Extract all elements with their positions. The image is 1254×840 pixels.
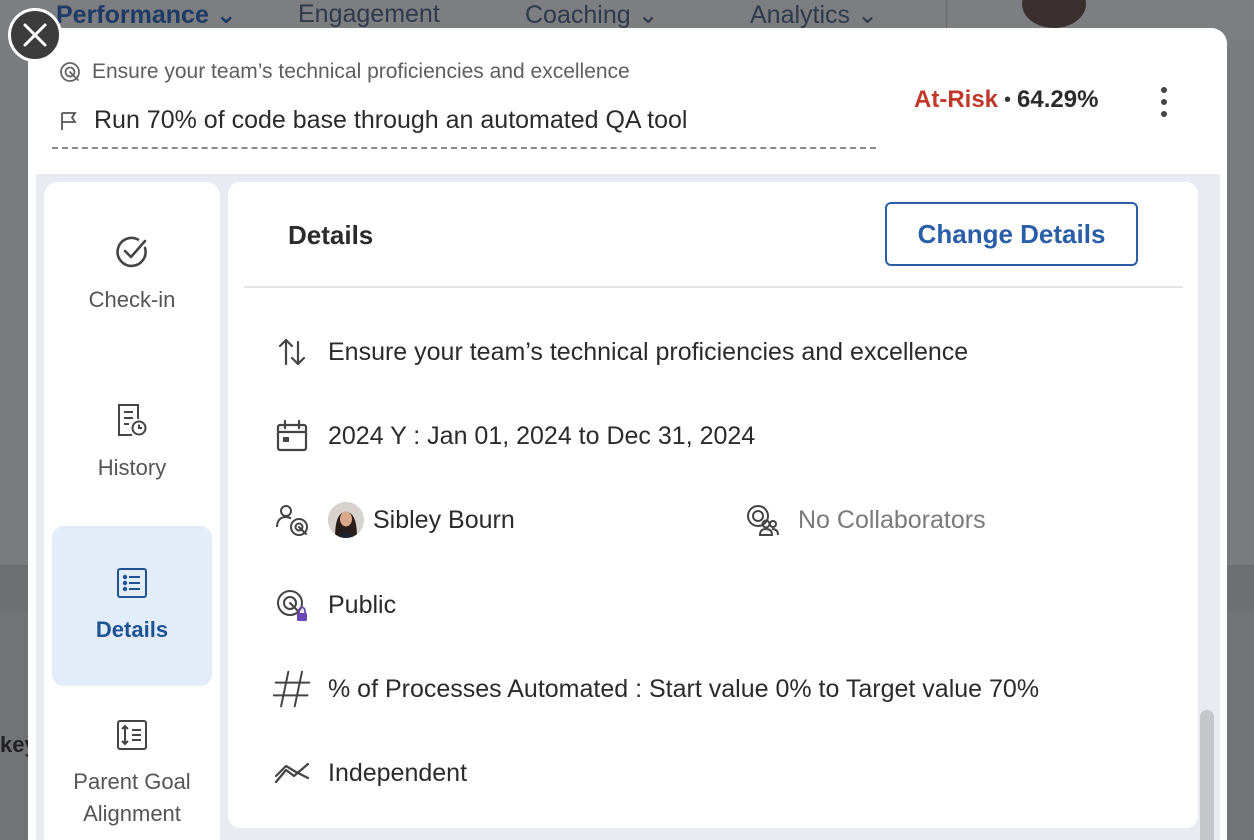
alignment-arrows-icon — [272, 332, 312, 372]
bg-user-avatar — [1022, 0, 1086, 28]
detail-row-period: 2024 Y : Jan 01, 2024 to Dec 31, 2024 — [272, 416, 755, 456]
status-progress: 64.29% — [1017, 86, 1099, 113]
owner-target-icon — [272, 500, 312, 540]
owner-avatar[interactable] — [328, 502, 364, 538]
details-panel: Details Change Details Ensure your team’… — [228, 182, 1198, 828]
change-details-button[interactable]: Change Details — [885, 202, 1138, 266]
tab-history[interactable]: History — [52, 362, 212, 522]
kebab-dot — [1161, 99, 1167, 105]
trend-lines-icon — [272, 753, 312, 793]
details-heading: Details — [288, 220, 374, 250]
check-circle-icon — [116, 236, 147, 268]
detail-row-owner: Sibley Bourn — [272, 500, 515, 540]
status-label: At-Risk — [914, 86, 999, 113]
tab-history-label: History — [97, 455, 167, 480]
goal-target-icon — [60, 62, 80, 82]
detail-row-visibility: Public — [272, 585, 396, 625]
detail-row-progress-type: Independent — [272, 753, 467, 793]
detail-row-metric: % of Processes Automated : Start value 0… — [272, 669, 1039, 709]
status-separator: • — [1004, 88, 1012, 111]
details-scrollbar[interactable] — [1200, 710, 1214, 840]
modal-body: Check-in History Details Parent Goal Ali… — [36, 174, 1220, 840]
bg-divider — [946, 0, 947, 30]
goal-title-underline — [52, 147, 876, 149]
parent-goal-text: Ensure your team’s technical proficienci… — [92, 60, 630, 83]
bg-nav-coaching: Coaching ⌄ — [525, 1, 659, 29]
goal-detail-modal: Ensure your team’s technical proficienci… — [28, 28, 1227, 840]
bg-nav-engagement: Engagement — [298, 0, 440, 28]
goal-status: At-Risk • 64.29% — [914, 86, 1098, 114]
kebab-dot — [1161, 111, 1167, 117]
visibility-text: Public — [328, 590, 397, 619]
list-doc-icon — [117, 568, 147, 598]
flag-icon — [61, 111, 77, 130]
goal-title-line: Run 70% of code base through an automate… — [58, 106, 687, 135]
more-options-button[interactable] — [1152, 85, 1176, 119]
goal-title: Run 70% of code base through an automate… — [94, 106, 688, 134]
tab-details-label: Details — [95, 617, 169, 642]
side-nav: Check-in History Details Parent Goal Ali… — [44, 182, 220, 840]
kebab-dot — [1161, 87, 1167, 93]
tab-check-in-label: Check-in — [88, 287, 176, 312]
close-button[interactable] — [8, 8, 62, 62]
hash-icon — [272, 669, 312, 709]
owner-name: Sibley Bourn — [373, 505, 515, 534]
close-icon — [23, 23, 47, 47]
tab-check-in[interactable]: Check-in — [52, 194, 212, 354]
collaborators-icon — [742, 500, 782, 540]
detail-period-text: 2024 Y : Jan 01, 2024 to Dec 31, 2024 — [328, 421, 756, 450]
parent-goal-line[interactable]: Ensure your team’s technical proficienci… — [58, 60, 630, 84]
bg-nav-performance: Performance ⌄ — [56, 1, 237, 29]
details-divider — [244, 286, 1183, 288]
tab-details[interactable]: Details — [52, 526, 212, 686]
tab-parent-goal-alignment-label: Parent Goal Alignment — [73, 769, 191, 826]
history-doc-icon — [118, 404, 147, 436]
detail-row-alignment: Ensure your team’s technical proficienci… — [272, 332, 968, 372]
calendar-icon — [272, 416, 312, 456]
bg-nav-analytics: Analytics ⌄ — [750, 1, 878, 29]
collaborators-text: No Collaborators — [798, 505, 986, 534]
goal-header: Ensure your team’s technical proficienci… — [28, 28, 1227, 174]
progress-type-text: Independent — [328, 758, 468, 787]
alignment-doc-icon — [117, 720, 147, 750]
tab-parent-goal-alignment[interactable]: Parent Goal Alignment — [52, 678, 212, 838]
visibility-lock-icon — [272, 585, 312, 625]
detail-alignment-text: Ensure your team’s technical proficienci… — [328, 337, 969, 366]
metric-text: % of Processes Automated : Start value 0… — [328, 674, 1040, 703]
detail-collaborators: No Collaborators — [742, 500, 986, 540]
